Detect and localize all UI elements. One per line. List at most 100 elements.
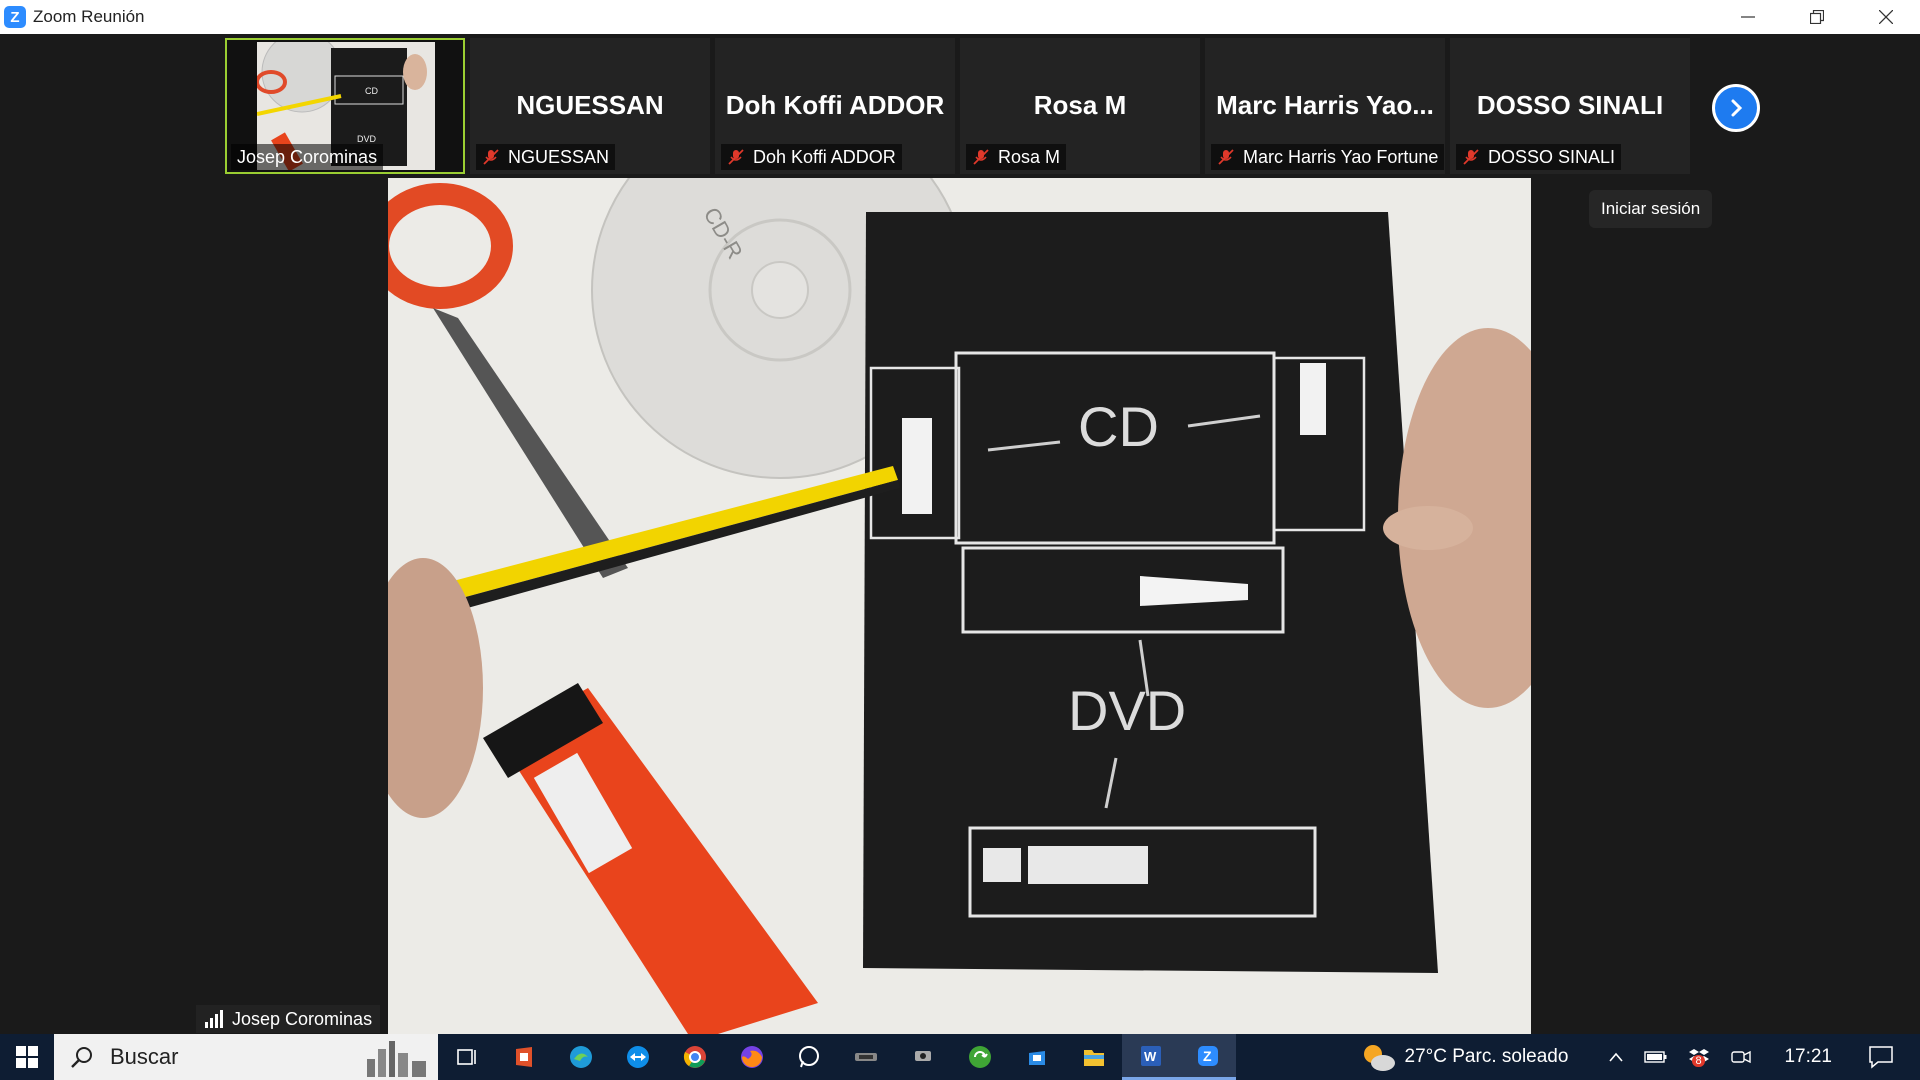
participant-label-text: Marc Harris Yao Fortune: [1243, 146, 1439, 167]
taskbar-app-chrome[interactable]: [666, 1034, 723, 1080]
windows-taskbar: Buscar W Z 27°C Parc. soleado 8 17:21: [0, 1034, 1920, 1080]
minimize-button[interactable]: [1713, 0, 1782, 34]
participant-name: NGUESSAN: [516, 90, 664, 120]
window-controls: [1713, 0, 1920, 34]
svg-text:W: W: [1144, 1049, 1157, 1064]
weather-text: 27°C Parc. soleado: [1404, 1046, 1569, 1067]
participant-label-text: Rosa M: [998, 146, 1061, 167]
taskbar-search[interactable]: Buscar: [54, 1034, 438, 1080]
participant-label: Rosa M: [966, 144, 1067, 170]
participant-tile[interactable]: Rosa M Rosa M: [960, 38, 1200, 174]
device-icon: [854, 1053, 877, 1061]
main-video: CD-R CD DVD: [388, 178, 1531, 1034]
participant-label: DOSSO SINALI: [1456, 144, 1622, 170]
taskbar-app-edge[interactable]: [552, 1034, 609, 1080]
participant-name: DOSSO SINALI: [1476, 90, 1664, 120]
signin-tooltip[interactable]: Iniciar sesión: [1589, 190, 1713, 228]
taskbar-app-webcam[interactable]: [894, 1034, 951, 1080]
taskbar-app-file-explorer[interactable]: [1065, 1034, 1122, 1080]
restore-icon: [1809, 10, 1824, 24]
zoom-app-icon: Z: [4, 6, 26, 28]
task-view-icon: [456, 1049, 476, 1065]
office-icon: [515, 1047, 532, 1067]
clock[interactable]: 17:21: [1784, 1046, 1832, 1068]
participant-tile[interactable]: Doh Koffi ADDOR Doh Koffi ADDOR: [715, 38, 955, 174]
participant-label: NGUESSAN: [476, 144, 616, 170]
participant-tile[interactable]: DOSSO SINALI DOSSO SINALI: [1450, 38, 1690, 174]
muted-mic-icon: [973, 149, 989, 165]
taskbar-app-device[interactable]: [837, 1034, 894, 1080]
weather-widget[interactable]: 27°C Parc. soleado: [1359, 1041, 1569, 1073]
participant-tile[interactable]: NGUESSAN NGUESSAN: [470, 38, 710, 174]
participant-tile[interactable]: Marc Harris Yao... Marc Harris Yao Fortu…: [1205, 38, 1445, 174]
taskbar-app-word[interactable]: W: [1122, 1034, 1179, 1080]
participant-tile-active[interactable]: CD DVD Josep Corominas: [225, 38, 465, 174]
notifications-icon: [1869, 1046, 1893, 1069]
active-participant-name: Josep Corominas: [237, 146, 378, 167]
participant-label: Doh Koffi ADDOR: [721, 144, 902, 170]
whatsapp-icon: [798, 1046, 819, 1068]
zoom-icon: Z: [1197, 1045, 1218, 1066]
participant-label-text: Doh Koffi ADDOR: [753, 146, 896, 167]
cd-label-text: CD: [1078, 395, 1159, 458]
camera-tray-button[interactable]: [1730, 1048, 1752, 1066]
thumb-cd-text: CD: [365, 86, 378, 96]
folder-icon: [1083, 1050, 1104, 1066]
search-icon: [71, 1047, 92, 1068]
task-view-button[interactable]: [438, 1034, 495, 1080]
webcam-icon: [914, 1051, 931, 1061]
participant-label-text: DOSSO SINALI: [1488, 146, 1616, 167]
camera-icon: [1731, 1050, 1752, 1064]
taskbar-app-sync[interactable]: [951, 1034, 1008, 1080]
weather-sun-cloud-icon: [1363, 1045, 1395, 1071]
video-frame-image: CD-R CD DVD: [388, 178, 1531, 1034]
muted-mic-icon: [728, 149, 744, 165]
search-placeholder: Buscar: [110, 1044, 179, 1069]
windows-logo-icon: [16, 1046, 38, 1068]
active-participant-label: Josep Corominas: [231, 144, 384, 170]
muted-mic-icon: [1218, 149, 1234, 165]
sync-icon: [968, 1046, 991, 1068]
next-page-button[interactable]: [1712, 84, 1760, 132]
minimize-icon: [1740, 16, 1755, 18]
clock-time: 17:21: [1784, 1046, 1832, 1067]
close-icon: [1878, 10, 1893, 24]
taskbar-app-zoom[interactable]: Z: [1179, 1034, 1236, 1080]
participant-label-text: NGUESSAN: [508, 146, 610, 167]
store-icon: [1028, 1051, 1045, 1065]
muted-mic-icon: [483, 149, 499, 165]
teamviewer-icon: [626, 1046, 649, 1068]
speaker-label: Josep Corominas: [196, 1005, 381, 1033]
system-tray: 27°C Parc. soleado 8 17:21: [1359, 1034, 1920, 1080]
notifications-button[interactable]: [1868, 1045, 1894, 1069]
battery-icon: [1644, 1051, 1667, 1063]
taskbar-app-store[interactable]: [1008, 1034, 1065, 1080]
taskbar-app-teamviewer[interactable]: [609, 1034, 666, 1080]
dvd-label-text: DVD: [1068, 679, 1186, 742]
notification-badge: 8: [1692, 1055, 1705, 1067]
close-button[interactable]: [1851, 0, 1920, 34]
taskbar-app-office[interactable]: [495, 1034, 552, 1080]
taskbar-app-whatsapp[interactable]: [780, 1034, 837, 1080]
dropbox-button[interactable]: 8: [1688, 1047, 1710, 1067]
city-skyline-icon: [367, 1041, 426, 1077]
word-icon: W: [1140, 1045, 1161, 1066]
show-hidden-icons-button[interactable]: [1608, 1051, 1624, 1063]
participant-label: Marc Harris Yao Fortune: [1211, 144, 1445, 170]
participant-strip: CD DVD Josep Corominas NGUESSAN NGUESSAN…: [0, 34, 1920, 176]
battery-button[interactable]: [1644, 1050, 1668, 1064]
participant-name: Doh Koffi ADDOR: [725, 90, 945, 120]
svg-text:Z: Z: [1203, 1048, 1212, 1064]
firefox-icon: [740, 1046, 763, 1068]
restore-button[interactable]: [1782, 0, 1851, 34]
taskbar-app-firefox[interactable]: [723, 1034, 780, 1080]
start-button[interactable]: [0, 1034, 54, 1080]
muted-mic-icon: [1463, 149, 1479, 165]
title-bar: Z Zoom Reunión: [0, 0, 1920, 34]
chrome-icon: [683, 1046, 706, 1068]
participant-name: Rosa M: [1033, 90, 1127, 120]
signal-strength-icon: [205, 1010, 223, 1028]
speaker-name: Josep Corominas: [232, 1008, 373, 1029]
participant-name: Marc Harris Yao...: [1216, 90, 1434, 120]
edge-icon: [569, 1046, 592, 1068]
